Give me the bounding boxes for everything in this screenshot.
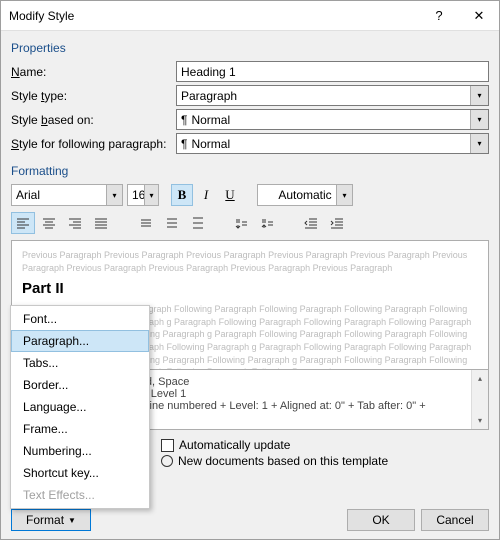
style-type-value: Paragraph <box>181 89 237 103</box>
format-button[interactable]: Format▼ <box>11 509 91 531</box>
menu-text-effects: Text Effects... <box>11 484 149 506</box>
properties-section-label: Properties <box>11 41 489 55</box>
ok-button[interactable]: OK <box>347 509 415 531</box>
style-type-select[interactable]: Paragraph ▾ <box>176 85 489 106</box>
based-on-label: Style based on: <box>11 113 176 127</box>
align-justify-button[interactable] <box>89 212 113 234</box>
decrease-indent-button[interactable] <box>299 212 323 234</box>
format-menu: Font... Paragraph... Tabs... Border... L… <box>10 305 150 509</box>
preview-sample-text: Part II <box>22 278 478 299</box>
following-label: Style for following paragraph: <box>11 137 176 151</box>
menu-font[interactable]: Font... <box>11 308 149 330</box>
menu-frame[interactable]: Frame... <box>11 418 149 440</box>
line-spacing-1-button[interactable] <box>133 212 157 234</box>
line-spacing-2-button[interactable] <box>185 212 209 234</box>
name-input[interactable] <box>176 61 489 82</box>
chevron-down-icon: ▾ <box>336 185 352 205</box>
close-button[interactable]: ✕ <box>459 1 499 31</box>
scope-options: Automatically update New documents based… <box>161 438 489 468</box>
font-toolbar: Arial ▾ 16 ▾ B I U Automatic ▾ <box>11 184 489 206</box>
cancel-button[interactable]: Cancel <box>421 509 489 531</box>
chevron-down-icon: ▾ <box>144 185 158 205</box>
menu-shortcut[interactable]: Shortcut key... <box>11 462 149 484</box>
style-type-label: Style type: <box>11 89 176 103</box>
space-before-inc-button[interactable] <box>229 212 253 234</box>
align-right-button[interactable] <box>63 212 87 234</box>
based-on-select[interactable]: ¶ Normal ▾ <box>176 109 489 130</box>
font-family-value: Arial <box>16 188 40 202</box>
menu-border[interactable]: Border... <box>11 374 149 396</box>
align-center-button[interactable] <box>37 212 61 234</box>
auto-update-checkbox[interactable] <box>161 439 174 452</box>
underline-button[interactable]: U <box>219 184 241 206</box>
paragraph-toolbar <box>11 212 489 234</box>
menu-numbering[interactable]: Numbering... <box>11 440 149 462</box>
chevron-down-icon: ▾ <box>106 185 122 205</box>
line-spacing-1-5-button[interactable] <box>159 212 183 234</box>
auto-update-label: Automatically update <box>179 438 290 452</box>
space-before-dec-button[interactable] <box>255 212 279 234</box>
based-on-value: Normal <box>191 113 230 127</box>
menu-language[interactable]: Language... <box>11 396 149 418</box>
following-value: Normal <box>191 137 230 151</box>
new-docs-radio[interactable] <box>161 455 173 467</box>
chevron-down-icon: ▾ <box>470 134 488 153</box>
chevron-down-icon: ▾ <box>470 110 488 129</box>
preview-previous-text: Previous Paragraph Previous Paragraph Pr… <box>22 249 478 274</box>
menu-paragraph[interactable]: Paragraph... <box>11 330 149 352</box>
new-docs-label: New documents based on this template <box>178 454 388 468</box>
modify-style-dialog: Modify Style ? ✕ Properties Name: Style … <box>0 0 500 540</box>
scrollbar[interactable]: ▴ ▾ <box>471 370 488 429</box>
dialog-title: Modify Style <box>9 9 419 23</box>
pilcrow-icon: ¶ <box>181 113 187 127</box>
align-left-button[interactable] <box>11 212 35 234</box>
italic-button[interactable]: I <box>195 184 217 206</box>
menu-tabs[interactable]: Tabs... <box>11 352 149 374</box>
pilcrow-icon: ¶ <box>181 137 187 151</box>
formatting-section-label: Formatting <box>11 164 489 178</box>
dialog-footer: Format▼ OK Cancel <box>11 509 489 531</box>
following-select[interactable]: ¶ Normal ▾ <box>176 133 489 154</box>
bold-button[interactable]: B <box>171 184 193 206</box>
font-family-select[interactable]: Arial ▾ <box>11 184 123 206</box>
scroll-down-icon[interactable]: ▾ <box>472 412 488 429</box>
scroll-up-icon[interactable]: ▴ <box>472 370 488 387</box>
help-button[interactable]: ? <box>419 1 459 31</box>
name-label: Name: <box>11 65 176 79</box>
font-color-select[interactable]: Automatic ▾ <box>257 184 353 206</box>
increase-indent-button[interactable] <box>325 212 349 234</box>
font-size-select[interactable]: 16 ▾ <box>127 184 159 206</box>
chevron-down-icon: ▾ <box>470 86 488 105</box>
titlebar: Modify Style ? ✕ <box>1 1 499 31</box>
